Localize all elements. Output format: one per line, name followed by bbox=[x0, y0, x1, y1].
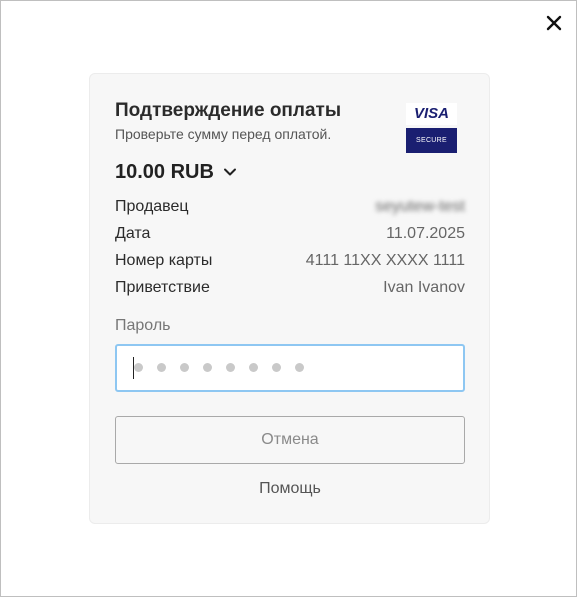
payment-details: Продавец seyutew-test Дата 11.07.2025 Но… bbox=[115, 193, 465, 301]
detail-row-merchant: Продавец seyutew-test bbox=[115, 193, 465, 220]
detail-row-card-number: Номер карты 4111 11XX XXXX 1111 bbox=[115, 247, 465, 274]
amount-toggle[interactable]: 10.00 RUB bbox=[115, 159, 465, 185]
payment-window: Подтверждение оплаты Проверьте сумму пер… bbox=[0, 0, 577, 597]
close-button[interactable] bbox=[542, 11, 566, 35]
detail-value: Ivan Ivanov bbox=[383, 278, 465, 296]
visa-logo-text: VISA bbox=[406, 103, 457, 125]
detail-label: Приветствие bbox=[115, 278, 210, 296]
password-label: Пароль bbox=[115, 317, 171, 334]
detail-row-date: Дата 11.07.2025 bbox=[115, 220, 465, 247]
detail-label: Продавец bbox=[115, 197, 189, 215]
chevron-down-icon bbox=[223, 165, 237, 179]
payment-amount: 10.00 RUB bbox=[115, 160, 214, 183]
detail-label: Дата bbox=[115, 224, 151, 242]
merchant-name-blurred: seyutew-test bbox=[375, 197, 465, 215]
secure-badge: SECURE bbox=[406, 128, 457, 153]
card-header: Подтверждение оплаты Проверьте сумму пер… bbox=[115, 100, 465, 156]
cancel-button[interactable]: Отмена bbox=[115, 416, 465, 464]
visa-secure-logo: VISA SECURE bbox=[406, 103, 457, 153]
detail-row-greeting: Приветствие Ivan Ivanov bbox=[115, 274, 465, 301]
password-field[interactable] bbox=[115, 344, 465, 392]
detail-value: 11.07.2025 bbox=[386, 224, 465, 242]
detail-label: Номер карты bbox=[115, 251, 213, 269]
close-icon[interactable] bbox=[546, 15, 562, 31]
detail-value: 4111 11XX XXXX 1111 bbox=[305, 251, 465, 269]
help-link[interactable]: Помощь bbox=[115, 480, 465, 498]
payment-confirmation-card: Подтверждение оплаты Проверьте сумму пер… bbox=[89, 73, 490, 524]
password-placeholder bbox=[134, 363, 304, 372]
